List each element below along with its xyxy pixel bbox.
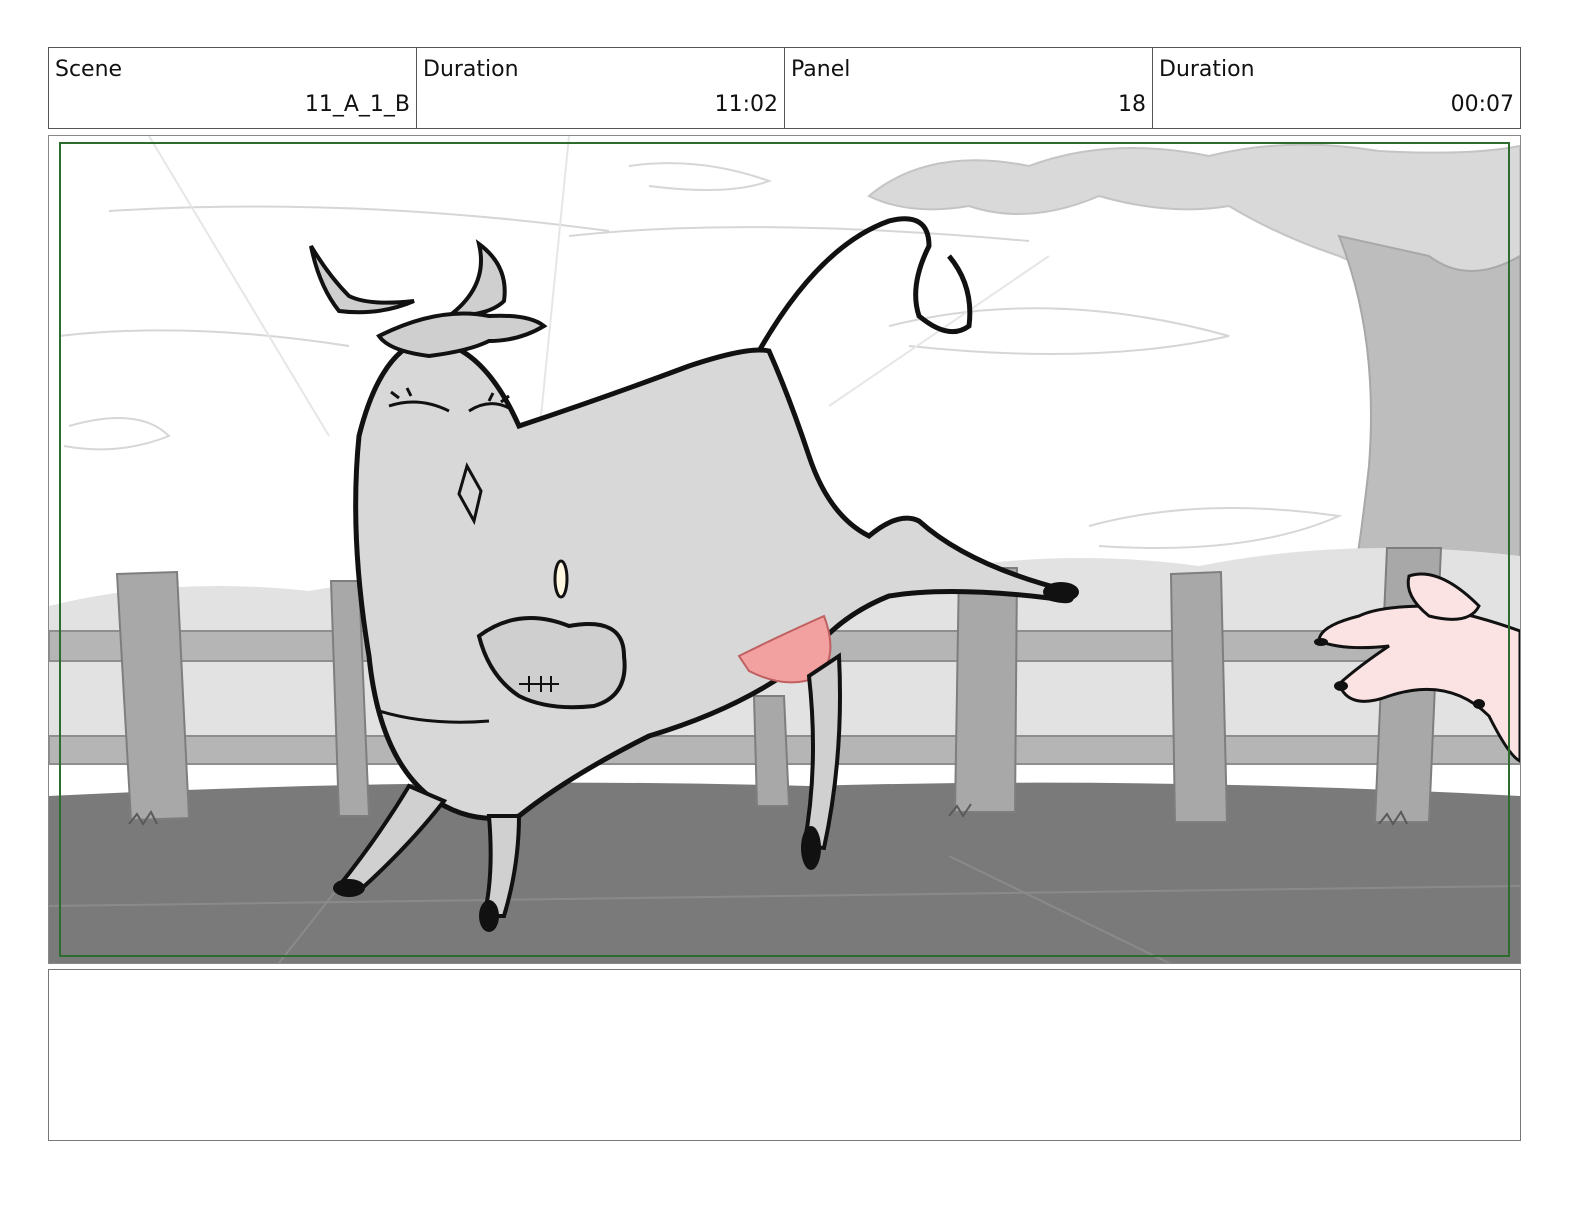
- scene-label: Scene: [55, 57, 123, 82]
- panel-duration-value: 00:07: [1450, 92, 1514, 117]
- scene-duration-label: Duration: [423, 57, 519, 82]
- nose-ring-icon: [553, 559, 569, 599]
- scene-cell: Scene 11_A_1_B: [49, 48, 417, 128]
- panel-image-frame: [48, 135, 1521, 964]
- storyboard-header: Scene 11_A_1_B Duration 11:02 Panel 18 D…: [48, 47, 1521, 129]
- panel-duration-label: Duration: [1159, 57, 1255, 82]
- notes-box[interactable]: [48, 969, 1521, 1141]
- panel-duration-cell: Duration 00:07: [1153, 48, 1520, 128]
- panel-value: 18: [1118, 92, 1146, 117]
- ground: [49, 782, 1520, 963]
- scene-duration-value: 11:02: [714, 92, 778, 117]
- storyboard-drawing: [49, 136, 1520, 963]
- panel-cell: Panel 18: [785, 48, 1153, 128]
- scene-duration-cell: Duration 11:02: [417, 48, 785, 128]
- scene-value: 11_A_1_B: [304, 92, 410, 117]
- panel-label: Panel: [791, 57, 851, 82]
